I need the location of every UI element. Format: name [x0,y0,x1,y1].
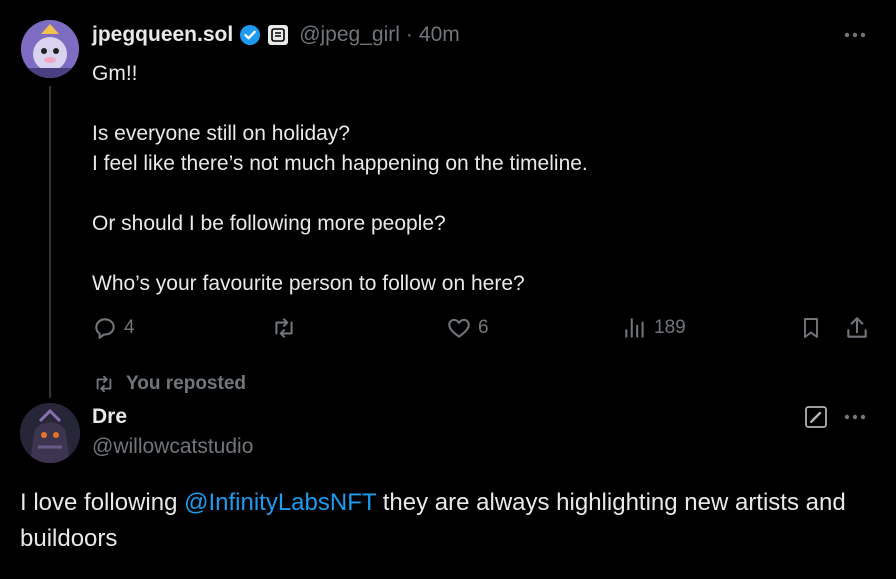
reply-author-name[interactable]: Dre [92,405,127,429]
verified-badge-icon [239,24,261,46]
mention-link[interactable]: @InfinityLabsNFT [184,489,376,516]
bookmark-icon[interactable] [799,315,823,341]
like-button[interactable]: 6 [446,315,489,341]
reply-icon [92,315,118,341]
share-icon[interactable] [844,315,870,341]
reply-text: I love following @InfinityLabsNFT they a… [20,485,880,557]
edit-icon[interactable] [804,405,828,429]
author-handle[interactable]: @jpeg_girl [299,23,400,47]
like-count: 6 [478,317,489,338]
tweet-text: Gm!! Is everyone still on holiday? I fee… [92,62,588,295]
repost-banner: You reposted [92,373,246,395]
more-icon[interactable] [842,25,868,45]
author-name[interactable]: jpegqueen.sol [92,23,233,47]
affiliate-badge-icon[interactable] [267,24,289,46]
like-icon [446,315,472,341]
reply-author-handle[interactable]: @willowcatstudio [92,435,253,459]
reply-button[interactable]: 4 [92,315,135,341]
more-icon[interactable] [842,407,868,427]
reply-text-start: I love following [20,489,185,516]
repost-icon [270,315,298,341]
views-button[interactable]: 189 [622,315,686,341]
avatar-jpegqueen[interactable] [21,20,79,78]
repost-banner-text[interactable]: You reposted [126,373,246,395]
views-count: 189 [654,317,686,338]
repost-button[interactable] [270,315,298,341]
thread-connector-line [49,86,51,398]
avatar-dre[interactable] [20,403,80,463]
views-icon [622,315,648,341]
repost-icon [92,373,116,395]
meta-separator: · [405,23,413,46]
reply-count: 4 [124,317,135,338]
timestamp[interactable]: 40m [419,23,460,47]
